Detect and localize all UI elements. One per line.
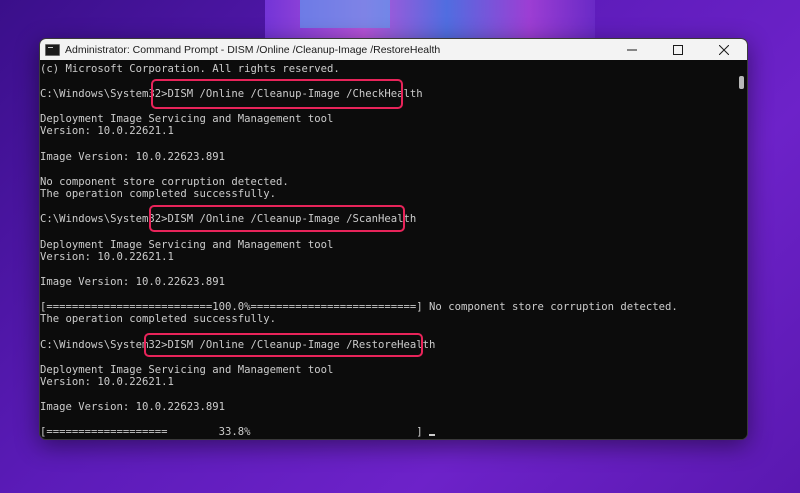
highlight-box-restorehealth bbox=[144, 333, 423, 357]
console-line: Image Version: 10.0.22623.891 bbox=[40, 401, 225, 413]
console-line: (c) Microsoft Corporation. All rights re… bbox=[40, 63, 340, 75]
console-line: Version: 10.0.22621.1 bbox=[40, 376, 174, 388]
console-line: Version: 10.0.22621.1 bbox=[40, 251, 174, 263]
minimize-icon bbox=[627, 49, 637, 50]
close-icon bbox=[719, 44, 729, 55]
window-title: Administrator: Command Prompt - DISM /On… bbox=[65, 43, 441, 56]
console-line: No component store corruption detected. bbox=[40, 176, 289, 188]
highlight-box-scanhealth bbox=[149, 205, 405, 232]
text-cursor bbox=[429, 434, 436, 436]
console-line: Image Version: 10.0.22623.891 bbox=[40, 151, 225, 163]
wallpaper-art-accent bbox=[300, 0, 390, 28]
console-line: Version: 10.0.22621.1 bbox=[40, 125, 174, 137]
close-button[interactable] bbox=[701, 39, 747, 60]
command-prompt-icon bbox=[45, 43, 60, 56]
progress-text: [=================== 33.8% ] bbox=[40, 426, 430, 438]
console-output[interactable]: (c) Microsoft Corporation. All rights re… bbox=[40, 60, 735, 439]
console-line: The operation completed successfully. bbox=[40, 188, 276, 200]
maximize-icon bbox=[673, 44, 683, 55]
console-line: Deployment Image Servicing and Managemen… bbox=[40, 239, 334, 251]
console-line: Deployment Image Servicing and Managemen… bbox=[40, 364, 334, 376]
console-line: Deployment Image Servicing and Managemen… bbox=[40, 113, 334, 125]
title-bar[interactable]: Administrator: Command Prompt - DISM /On… bbox=[40, 39, 747, 60]
console-progress-restorehealth: [=================== 33.8% ] bbox=[40, 426, 436, 438]
highlight-box-checkhealth bbox=[151, 79, 403, 109]
console-progress-complete: [==========================100.0%=======… bbox=[40, 301, 678, 313]
command-prompt-window[interactable]: Administrator: Command Prompt - DISM /On… bbox=[39, 38, 748, 440]
scrollbar-thumb[interactable] bbox=[739, 76, 744, 89]
window-controls bbox=[609, 39, 747, 60]
vertical-scrollbar[interactable] bbox=[735, 60, 747, 439]
maximize-button[interactable] bbox=[655, 39, 701, 60]
minimize-button[interactable] bbox=[609, 39, 655, 60]
console-line: Image Version: 10.0.22623.891 bbox=[40, 276, 225, 288]
console-line: The operation completed successfully. bbox=[40, 313, 276, 325]
